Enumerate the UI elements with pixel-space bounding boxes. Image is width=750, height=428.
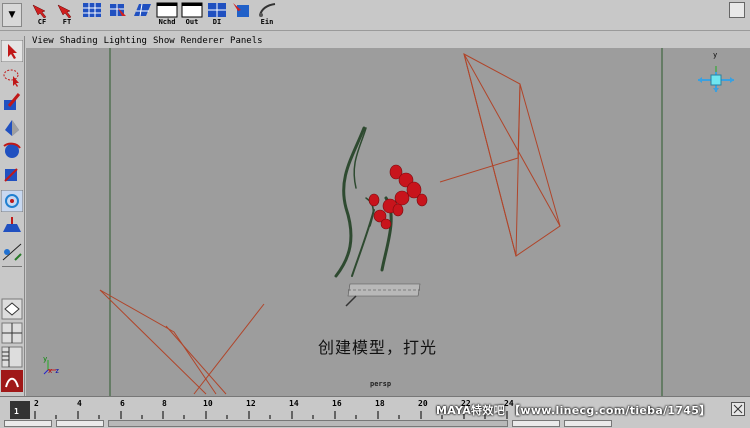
origin-x-label: x <box>48 367 53 375</box>
select-grid-icon <box>110 4 126 16</box>
shelf-button-ein[interactable]: Ein <box>255 2 279 28</box>
tick-label: 14 <box>289 399 299 408</box>
range-start-field[interactable] <box>4 420 52 427</box>
range-end-field[interactable] <box>564 420 612 427</box>
tick-label: 18 <box>375 399 385 408</box>
menu-view[interactable]: View <box>32 36 54 46</box>
tick-label: 8 <box>162 399 167 408</box>
watermark-text: MAYA特效吧 【www.linecg.com/tieba/1745】 <box>436 404 711 417</box>
menu-show[interactable]: Show <box>153 36 175 46</box>
tick-label: 12 <box>246 399 256 408</box>
shelf-button-ft[interactable]: FT <box>55 2 79 28</box>
shelf-button-label: Nchd <box>158 18 176 26</box>
plant-stems[interactable] <box>334 126 393 278</box>
window-icon <box>181 2 203 18</box>
toolbox <box>0 36 25 398</box>
grid-panel-icon <box>83 3 101 17</box>
shelf-button-out[interactable]: Out <box>180 2 204 28</box>
shelf-button-label: Out <box>185 18 199 26</box>
view-axis-gizmo[interactable] <box>698 66 734 92</box>
maximize-icon[interactable] <box>729 2 745 18</box>
shelf-button-label: DI <box>212 18 222 26</box>
origin-y-label: y <box>43 355 48 363</box>
manipulator-tool-icon[interactable] <box>1 190 23 212</box>
shelf-button-di[interactable]: DI <box>205 2 229 28</box>
grid-panel-icon <box>208 3 226 17</box>
shelf-button-cf[interactable]: CF <box>30 2 54 28</box>
shelf-button-label: FT <box>62 18 72 26</box>
single-pane-layout-icon[interactable] <box>1 298 23 320</box>
camera-label: persp <box>370 380 392 388</box>
panel-menu-bar: View Shading Lighting Show Renderer Panels <box>26 34 750 49</box>
shelf-button-nchd[interactable]: Nchd <box>155 2 179 28</box>
show-manipulator-icon[interactable] <box>1 240 23 262</box>
red-arrow-icon <box>57 4 72 18</box>
paint-select-tool-icon[interactable] <box>1 92 23 114</box>
uv-grid-icon <box>134 3 151 17</box>
outliner-layout-icon[interactable] <box>1 346 23 368</box>
shelf-button-uv-grid[interactable] <box>130 2 154 28</box>
tick-label: 10 <box>203 399 213 408</box>
rotate-tool-icon[interactable] <box>1 140 23 162</box>
playback-start-field[interactable] <box>56 420 104 427</box>
red-arrow-icon <box>32 4 47 18</box>
shelf-button-grid[interactable] <box>80 2 104 28</box>
current-frame-marker <box>10 401 30 419</box>
tick-label: 16 <box>332 399 342 408</box>
shelf-menu-dropdown[interactable]: ▼ <box>2 3 22 27</box>
shelf-button-select-grid[interactable] <box>105 2 129 28</box>
shelf-bar: ▼ CF FT Nchd Out DI Ein <box>0 0 750 31</box>
brush-icon <box>259 3 276 17</box>
berry-cluster[interactable] <box>368 164 428 230</box>
shelf-button-label: Ein <box>260 18 274 26</box>
menu-renderer[interactable]: Renderer <box>181 36 224 46</box>
lasso-tool-icon[interactable] <box>1 66 23 88</box>
shelf-button-label: CF <box>37 18 47 26</box>
origin-z-label: z <box>55 367 60 375</box>
menu-lighting[interactable]: Lighting <box>104 36 147 46</box>
move-tool-icon[interactable] <box>1 116 23 138</box>
menu-panels[interactable]: Panels <box>230 36 263 46</box>
playback-end-field[interactable] <box>512 420 560 427</box>
select-tool-icon[interactable] <box>1 40 23 62</box>
scale-tool-icon[interactable] <box>1 164 23 186</box>
spotlight-left[interactable] <box>99 289 265 395</box>
gizmo-y-label: y <box>713 51 718 59</box>
window-icon <box>156 2 178 18</box>
tick-label: 6 <box>120 399 125 408</box>
tick-label: 20 <box>418 399 428 408</box>
tick-label: 4 <box>77 399 82 408</box>
toolbox-divider <box>2 266 22 267</box>
auto-key-icon[interactable] <box>731 402 745 416</box>
caption-text: 创建模型，打光 <box>318 338 438 357</box>
current-frame-label: 1 <box>14 407 19 416</box>
shader-icon <box>233 3 249 17</box>
maya-logo-icon <box>1 370 23 392</box>
range-slider[interactable] <box>108 420 508 427</box>
soft-mod-tool-icon[interactable] <box>1 214 23 236</box>
tick-label: 2 <box>34 399 39 408</box>
spotlight-right[interactable] <box>439 53 561 257</box>
four-pane-layout-icon[interactable] <box>1 322 23 344</box>
menu-shading[interactable]: Shading <box>60 36 98 46</box>
shelf-button-shader[interactable] <box>230 2 254 28</box>
ground-plane[interactable] <box>345 283 421 307</box>
